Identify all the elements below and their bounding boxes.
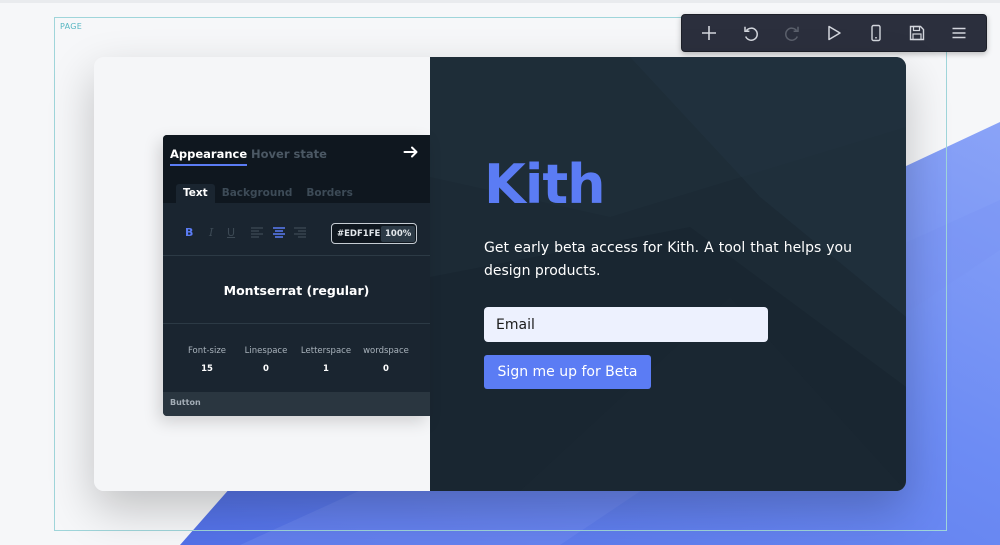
preview-button[interactable]: [819, 18, 849, 48]
align-right-icon[interactable]: [294, 227, 306, 238]
underline-button[interactable]: U: [227, 227, 235, 239]
bold-button[interactable]: B: [185, 227, 193, 239]
sign-up-beta-button[interactable]: Sign me up for Beta: [484, 355, 651, 389]
subtab-borders[interactable]: Borders: [299, 184, 359, 203]
panel-header: Appearance Hover state Text Background B…: [163, 135, 430, 203]
subtab-background[interactable]: Background: [215, 184, 300, 203]
align-left-icon[interactable]: [251, 227, 263, 238]
color-hex-value: #EDF1FE: [337, 228, 381, 239]
add-button[interactable]: [694, 18, 724, 48]
hero-title: Kith: [484, 153, 606, 216]
color-opacity-value: 100%: [381, 225, 416, 242]
hero-description: Get early beta access for Kith. A tool t…: [484, 240, 852, 279]
page-label: PAGE: [60, 22, 83, 31]
plus-icon: [701, 26, 716, 40]
undo-icon: [743, 26, 758, 41]
metric-wordspace[interactable]: wordspace 0: [351, 346, 421, 374]
hero-section: Kith Get early beta access for Kith. A t…: [430, 57, 906, 491]
properties-panel: Appearance Hover state Text Background B…: [163, 135, 430, 416]
tab-hover-state[interactable]: Hover state: [251, 147, 327, 161]
save-button[interactable]: [902, 18, 932, 48]
element-type-label: Button: [170, 398, 201, 407]
text-metrics: Font-size 15 Linespace 0 Letterspace 1 w…: [163, 325, 430, 392]
phone-icon: [870, 24, 881, 42]
redo-button[interactable]: [777, 18, 807, 48]
undo-button[interactable]: [736, 18, 766, 48]
metric-label: wordspace: [363, 346, 409, 356]
redo-icon: [785, 26, 799, 41]
floppy-disk-icon: [910, 25, 925, 41]
align-center-icon[interactable]: [273, 227, 285, 238]
play-icon: [828, 25, 841, 41]
hamburger-menu-icon: [952, 27, 966, 39]
font-family-selector[interactable]: Montserrat (regular): [224, 283, 370, 298]
tab-appearance[interactable]: Appearance: [170, 147, 248, 166]
email-field[interactable]: [484, 307, 768, 342]
editor-toolbar: [681, 14, 987, 52]
font-selector-row: Montserrat (regular): [163, 257, 430, 324]
mobile-view-button[interactable]: [861, 18, 891, 48]
color-picker[interactable]: #EDF1FE 100%: [331, 223, 417, 244]
subtab-row: Text Background Borders: [176, 184, 360, 203]
menu-button[interactable]: [944, 18, 974, 48]
metric-value: 0: [383, 364, 389, 374]
italic-button[interactable]: I: [209, 227, 213, 239]
subtab-text[interactable]: Text: [176, 184, 215, 203]
selected-element-label: Button: [163, 392, 430, 416]
arrow-right-icon[interactable]: [403, 144, 419, 160]
